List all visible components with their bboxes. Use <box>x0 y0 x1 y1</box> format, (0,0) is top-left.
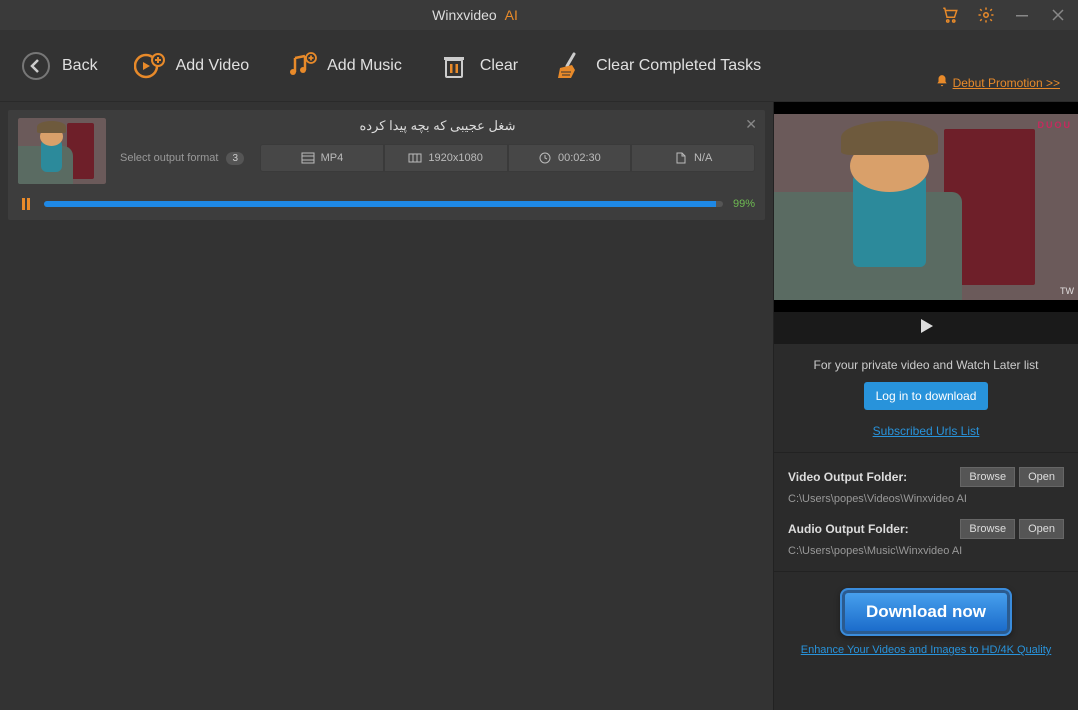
download-section: Download now Enhance Your Videos and Ima… <box>774 572 1078 666</box>
video-folder-path: C:\Users\popes\Videos\Winxvideo AI <box>788 493 1064 505</box>
audio-open-button[interactable]: Open <box>1019 519 1064 539</box>
enhance-link[interactable]: Enhance Your Videos and Images to HD/4K … <box>784 644 1068 656</box>
preview-logo: DUOU <box>1038 120 1073 130</box>
add-music-button[interactable]: Add Music <box>285 50 402 82</box>
clear-label: Clear <box>480 57 518 75</box>
video-folder-label: Video Output Folder: <box>788 470 907 484</box>
format-count-badge: 3 <box>226 152 244 165</box>
broom-icon <box>554 50 586 82</box>
format-resolution: 1920x1080 <box>428 152 482 164</box>
format-box-duration[interactable]: 00:02:30 <box>508 144 632 172</box>
add-video-icon <box>134 50 166 82</box>
add-music-label: Add Music <box>327 57 402 75</box>
back-arrow-icon <box>20 50 52 82</box>
clear-button[interactable]: Clear <box>438 50 518 82</box>
clock-icon <box>538 151 552 165</box>
progress-fill <box>44 201 716 207</box>
audio-folder-label: Audio Output Folder: <box>788 522 909 536</box>
folder-section: Video Output Folder: Browse Open C:\User… <box>774 453 1078 572</box>
app-title-text: Winxvideo <box>432 7 497 23</box>
card-close-icon[interactable]: ✕ <box>745 116 757 133</box>
bell-icon <box>935 74 949 91</box>
toolbar: Back Add Video Add Music Clear Clear Com… <box>0 30 1078 102</box>
video-card: ✕ شغل عجیبی که بچه پیدا کرده Select outp… <box>8 110 765 220</box>
private-message: For your private video and Watch Later l… <box>784 358 1068 372</box>
login-button[interactable]: Log in to download <box>864 382 989 410</box>
audio-browse-button[interactable]: Browse <box>960 519 1015 539</box>
left-panel: ✕ شغل عجیبی که بچه پیدا کرده Select outp… <box>0 102 773 710</box>
pause-button[interactable] <box>18 196 34 212</box>
video-thumbnail[interactable] <box>18 118 106 184</box>
file-icon <box>674 151 688 165</box>
clear-completed-label: Clear Completed Tasks <box>596 57 761 75</box>
cart-icon[interactable] <box>940 5 960 25</box>
format-type: MP4 <box>321 152 344 164</box>
play-button[interactable] <box>917 317 935 340</box>
format-box-type[interactable]: MP4 <box>260 144 384 172</box>
trash-icon <box>438 50 470 82</box>
add-video-button[interactable]: Add Video <box>134 50 250 82</box>
add-video-label: Add Video <box>176 57 250 75</box>
preview-controls <box>774 312 1078 344</box>
resolution-icon <box>408 151 422 165</box>
subscribed-urls-link[interactable]: Subscribed Urls List <box>784 424 1068 438</box>
progress-percent: 99% <box>733 198 755 210</box>
private-section: For your private video and Watch Later l… <box>774 344 1078 453</box>
format-box-resolution[interactable]: 1920x1080 <box>384 144 508 172</box>
add-music-icon <box>285 50 317 82</box>
promotion-link[interactable]: Debut Promotion >> <box>935 74 1060 91</box>
close-icon[interactable] <box>1048 5 1068 25</box>
minimize-icon[interactable] <box>1012 5 1032 25</box>
format-duration: 00:02:30 <box>558 152 601 164</box>
main-area: ✕ شغل عجیبی که بچه پیدا کرده Select outp… <box>0 102 1078 710</box>
filmstrip-icon <box>301 151 315 165</box>
titlebar-controls <box>940 5 1068 25</box>
back-button[interactable]: Back <box>20 50 98 82</box>
app-title-suffix: AI <box>505 7 518 23</box>
right-panel: DUOU TW For your private video and Watch… <box>773 102 1078 710</box>
video-browse-button[interactable]: Browse <box>960 467 1015 487</box>
video-title: شغل عجیبی که بچه پیدا کرده <box>120 118 755 134</box>
preview-watermark: TW <box>1060 286 1074 296</box>
clear-completed-button[interactable]: Clear Completed Tasks <box>554 50 761 82</box>
preview-box: DUOU TW <box>774 102 1078 312</box>
select-format-label: Select output format <box>120 152 218 164</box>
title-bar: Winxvideo AI <box>0 0 1078 30</box>
gear-icon[interactable] <box>976 5 996 25</box>
video-open-button[interactable]: Open <box>1019 467 1064 487</box>
promotion-label: Debut Promotion >> <box>953 76 1060 90</box>
format-extra: N/A <box>694 152 712 164</box>
audio-folder-path: C:\Users\popes\Music\Winxvideo AI <box>788 545 1064 557</box>
app-title: Winxvideo AI <box>10 7 940 23</box>
back-label: Back <box>62 57 98 75</box>
download-now-button[interactable]: Download now <box>840 588 1012 636</box>
format-selector[interactable]: MP4 1920x1080 00:02:30 <box>260 144 755 172</box>
progress-bar[interactable] <box>44 201 723 207</box>
format-box-extra[interactable]: N/A <box>631 144 755 172</box>
